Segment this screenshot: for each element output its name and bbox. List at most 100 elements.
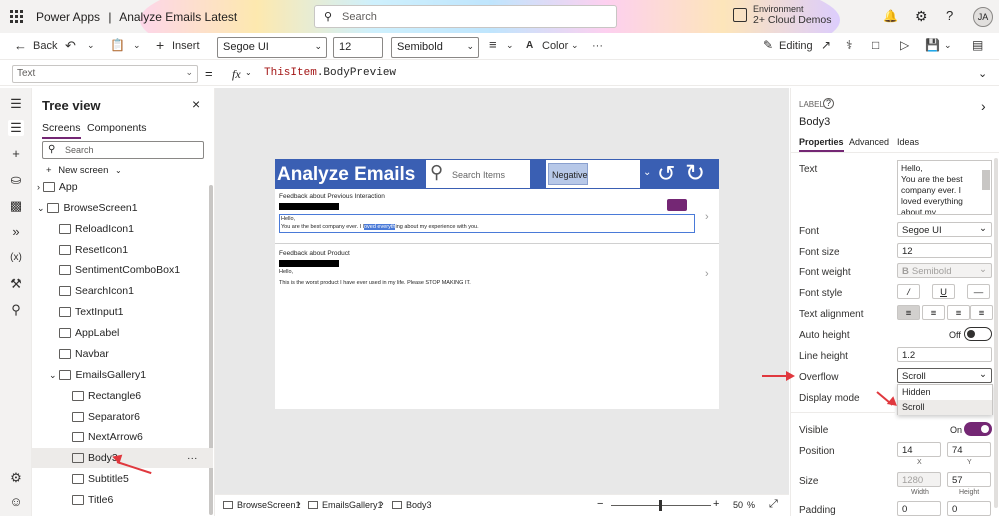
- app-checker-icon[interactable]: ⚕: [846, 38, 853, 52]
- overflow-option-hidden[interactable]: Hidden: [898, 385, 992, 400]
- tree-item-separator6[interactable]: Separator6: [32, 407, 213, 427]
- editing-mode-button[interactable]: Editing: [779, 40, 813, 52]
- chevron-down-icon[interactable]: ⌄: [133, 40, 141, 51]
- back-button[interactable]: Back: [33, 40, 57, 52]
- undo-icon[interactable]: ↶: [65, 38, 76, 54]
- height-input[interactable]: 57: [947, 472, 991, 487]
- reset-icon[interactable]: ↺: [657, 161, 675, 187]
- chevron-right-icon[interactable]: ›: [981, 98, 986, 114]
- zoom-slider-thumb[interactable]: [659, 500, 662, 511]
- global-search-input[interactable]: ⚲ Search: [314, 5, 617, 28]
- position-x-input[interactable]: 14: [897, 442, 941, 457]
- tree-item-subtitle5[interactable]: Subtitle5: [32, 469, 213, 489]
- environment-picker[interactable]: Environment 2+ Cloud Demos: [753, 4, 832, 26]
- align-icon[interactable]: ≡: [489, 37, 497, 52]
- font-size-input[interactable]: 12: [333, 37, 383, 58]
- color-icon[interactable]: A: [526, 40, 533, 51]
- position-y-input[interactable]: 74: [947, 442, 991, 457]
- fx-icon[interactable]: fx: [232, 67, 241, 82]
- zoom-out-icon[interactable]: −: [597, 498, 603, 510]
- expand-formula-icon[interactable]: ⌄: [978, 67, 987, 80]
- pencil-icon[interactable]: ✎: [763, 38, 773, 52]
- tree-item-reseticon1[interactable]: ResetIcon1: [32, 240, 213, 260]
- insert-button[interactable]: Insert: [172, 40, 200, 52]
- share-icon[interactable]: ↗: [821, 38, 831, 52]
- tree-view-icon[interactable]: ☰: [8, 120, 24, 136]
- font-family-dropdown[interactable]: Segoe UI ⌄: [217, 37, 327, 58]
- tree-search-input[interactable]: ⚲ Search: [42, 141, 204, 159]
- tree-item-textinput1[interactable]: TextInput1: [32, 302, 213, 322]
- idea-badge-icon[interactable]: [667, 199, 687, 211]
- text-input-search[interactable]: ⚲ Search Items: [426, 160, 530, 188]
- more-options-button[interactable]: ···: [592, 40, 603, 52]
- reload-icon[interactable]: ↻: [685, 159, 705, 188]
- app-launcher-icon[interactable]: [10, 10, 23, 23]
- properties-scrollbar[interactable]: [994, 158, 998, 508]
- tree-item-reloadicon1[interactable]: ReloadIcon1: [32, 219, 213, 239]
- text-value-input[interactable]: Hello, You are the best company ever. I …: [897, 160, 992, 215]
- chevron-down-icon[interactable]: ⌄: [245, 68, 252, 77]
- tree-item-searchicon1[interactable]: SearchIcon1: [32, 281, 213, 301]
- width-input[interactable]: 1280: [897, 472, 941, 487]
- media-icon[interactable]: ▩: [8, 198, 24, 214]
- gear-icon[interactable]: ⚙: [915, 8, 928, 25]
- comment-icon[interactable]: □: [872, 38, 879, 52]
- tree-item-applabel[interactable]: AppLabel: [32, 323, 213, 343]
- align-justify-button[interactable]: ≡: [970, 305, 993, 320]
- tree-item-emailsgallery1[interactable]: ⌄ EmailsGallery1: [32, 365, 213, 385]
- power-automate-icon[interactable]: »: [8, 224, 24, 240]
- app-label[interactable]: Analyze Emails: [277, 164, 415, 186]
- font-weight-dropdown[interactable]: B Semibold ⌄: [897, 263, 992, 278]
- app-screen[interactable]: Analyze Emails ⚲ Search Items Negative ⌄…: [275, 159, 719, 409]
- help-icon[interactable]: ?: [823, 98, 834, 109]
- auto-height-toggle[interactable]: [964, 327, 992, 341]
- sentiment-combobox[interactable]: Negative: [546, 160, 640, 188]
- zoom-in-icon[interactable]: +: [713, 498, 719, 510]
- align-right-button[interactable]: ≡: [947, 305, 970, 320]
- tab-components[interactable]: Components: [87, 122, 147, 134]
- formula-input[interactable]: ThisItem.BodyPreview: [258, 65, 970, 83]
- gallery-item-1[interactable]: Feedback about Previous Interaction Hell…: [275, 191, 719, 244]
- tab-advanced[interactable]: Advanced: [849, 137, 889, 147]
- virtual-agent-icon[interactable]: ☺: [8, 494, 24, 510]
- control-name[interactable]: Body3: [799, 116, 830, 128]
- chevron-down-icon[interactable]: ⌄: [571, 40, 579, 51]
- tree-item-nextarrow6[interactable]: NextArrow6: [32, 427, 213, 447]
- bell-icon[interactable]: 🔔: [883, 9, 898, 23]
- tab-ideas[interactable]: Ideas: [897, 137, 919, 147]
- padding-top-input[interactable]: 0: [897, 501, 941, 516]
- chevron-down-icon[interactable]: ⌄: [506, 40, 514, 51]
- next-arrow-icon[interactable]: ›: [705, 211, 709, 223]
- tools-icon[interactable]: ⚒: [8, 276, 24, 292]
- chevron-down-icon[interactable]: ⌄: [87, 40, 95, 51]
- breadcrumb-gallery[interactable]: EmailsGallery1: [322, 500, 383, 510]
- breadcrumb-screen[interactable]: BrowseScreen1: [237, 500, 301, 510]
- font-dropdown[interactable]: Segoe UI ⌄: [897, 222, 992, 237]
- publish-icon[interactable]: ▤: [972, 38, 983, 52]
- back-arrow-icon[interactable]: ←: [14, 38, 27, 53]
- variables-icon[interactable]: (x): [8, 250, 24, 266]
- plus-icon[interactable]: +: [156, 37, 164, 53]
- tab-properties[interactable]: Properties: [799, 137, 844, 152]
- tree-item-browsescreen1[interactable]: ⌄ BrowseScreen1: [32, 198, 213, 218]
- underline-button[interactable]: U: [932, 284, 955, 299]
- chevron-down-icon[interactable]: ⌄: [944, 40, 952, 51]
- chevron-down-icon[interactable]: ⌄: [643, 167, 651, 178]
- padding-bottom-input[interactable]: 0: [947, 501, 991, 516]
- settings-gear-icon[interactable]: ⚙: [8, 470, 24, 486]
- font-weight-dropdown[interactable]: Semibold ⌄: [391, 37, 479, 58]
- tree-item-sentimentcombobox1[interactable]: SentimentComboBox1: [32, 260, 213, 280]
- save-icon[interactable]: 💾: [925, 38, 940, 52]
- insert-icon[interactable]: +: [8, 146, 24, 162]
- gallery-item-2[interactable]: Feedback about Product Hello, This is th…: [275, 248, 719, 301]
- data-icon[interactable]: ⛀: [8, 172, 24, 188]
- body3-label[interactable]: Hello, You are the best company ever. I …: [279, 214, 695, 233]
- paste-icon[interactable]: 📋: [110, 38, 125, 52]
- more-options-button[interactable]: ···: [187, 448, 198, 468]
- help-icon[interactable]: ?: [946, 8, 953, 23]
- font-size-input[interactable]: 12: [897, 243, 992, 258]
- close-icon[interactable]: ×: [192, 96, 200, 112]
- align-left-button[interactable]: ≡: [897, 305, 920, 320]
- search-icon[interactable]: ⚲: [8, 302, 24, 318]
- text-scrollbar[interactable]: [982, 170, 990, 190]
